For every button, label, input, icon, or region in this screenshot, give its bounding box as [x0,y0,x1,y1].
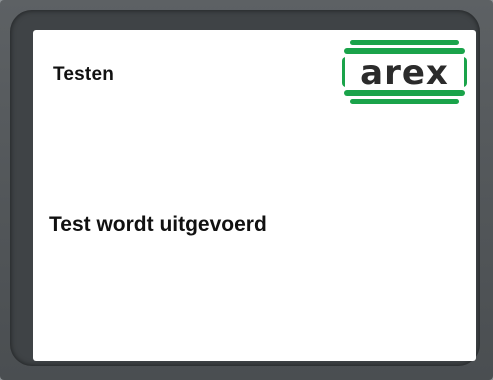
screen-title: Testen [53,64,115,85]
logo-wordmark: arex [360,53,449,93]
status-message: Test wordt uitgevoerd [49,213,267,236]
device-bezel: Testen Test wordt uitgevoerd arex [0,0,493,380]
arex-logo-icon: arex [342,38,467,110]
display-screen: Testen Test wordt uitgevoerd arex [33,30,476,361]
